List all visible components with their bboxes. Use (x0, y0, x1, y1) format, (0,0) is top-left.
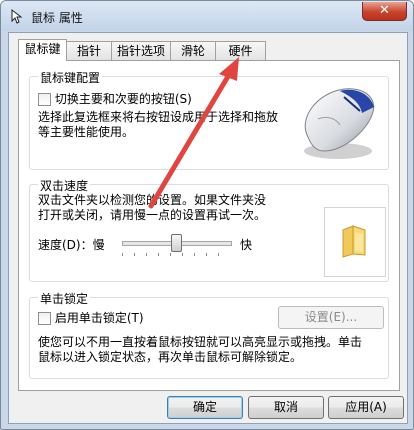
button-config-title: 鼠标键配置 (38, 69, 103, 86)
click-lock-description: 使您可以不用一直按着鼠标按钮就可以高亮显示或拖拽。单击 鼠标以进入锁定状态，再次… (38, 335, 363, 364)
double-click-speed-group: 双击速度 双击文件夹以检测您的设置。如果文件夹没 打开或关闭，请用慢一点的设置再… (29, 177, 389, 282)
settings-button[interactable]: 设置(E)... (278, 306, 384, 329)
switch-buttons-option[interactable]: 切换主要和次要的按钮(S) (38, 90, 192, 107)
slider-ticks (122, 253, 230, 256)
button-config-group: 鼠标键配置 切换主要和次要的按钮(S) 选择此复选框来将右按钮设成用于选择和拖放… (29, 69, 389, 170)
window-title: 鼠标 属性 (31, 11, 83, 25)
mouse-pointer-icon (11, 8, 23, 24)
tab-wheel[interactable]: 滑轮 (170, 41, 216, 60)
apply-button[interactable]: 应用(A) (328, 396, 404, 419)
double-click-speed-slider[interactable] (122, 233, 232, 256)
button-config-description: 选择此复选框来将右按钮设成用于选择和拖放 等主要性能使用。 (38, 110, 279, 139)
dialog-client-area: 鼠标键 指针 指针选项 滑轮 硬件 鼠标键配置 切换主要和次要的按钮(S) 选择… (8, 32, 408, 424)
tab-hardware[interactable]: 硬件 (215, 41, 266, 60)
slow-label: 慢 (92, 238, 105, 252)
click-lock-group: 单击锁定 启用单击锁定(T) 设置(E)... 使您可以不用一直按着鼠标按钮就可… (29, 290, 389, 379)
fast-label: 快 (240, 238, 253, 252)
switch-buttons-label[interactable]: 切换主要和次要的按钮(S) (55, 92, 192, 106)
close-button[interactable]: ✕ (362, 2, 407, 21)
speed-label: 速度(D)： (38, 238, 93, 252)
slider-thumb[interactable] (170, 234, 182, 252)
mouse-illustration-icon (304, 88, 375, 159)
cancel-button[interactable]: 取消 (248, 396, 324, 419)
enable-click-lock-checkbox[interactable] (38, 312, 51, 325)
double-click-title: 双击速度 (38, 177, 91, 194)
double-click-description: 双击文件夹以检测您的设置。如果文件夹没 打开或关闭，请用慢一点的设置再试一次。 (38, 193, 267, 222)
title-bar[interactable]: 鼠标 属性 ✕ (1, 1, 413, 31)
folder-icon[interactable] (339, 224, 369, 258)
mouse-properties-window: 鼠标 属性 ✕ 鼠标键 指针 指针选项 滑轮 硬件 鼠标键配置 切换主要和次要的… (0, 0, 414, 430)
buttons-tab-panel: 鼠标键配置 切换主要和次要的按钮(S) 选择此复选框来将右按钮设成用于选择和拖放… (18, 60, 400, 391)
enable-click-lock-option[interactable]: 启用单击锁定(T) (38, 309, 144, 326)
switch-buttons-checkbox[interactable] (38, 93, 51, 106)
enable-click-lock-label[interactable]: 启用单击锁定(T) (55, 311, 144, 325)
tab-pointer-options[interactable]: 指针选项 (111, 41, 171, 60)
ok-button[interactable]: 确定 (167, 396, 243, 419)
click-lock-title: 单击锁定 (38, 290, 91, 307)
test-folder-area[interactable] (324, 207, 386, 277)
tab-pointers[interactable]: 指针 (66, 41, 112, 60)
tab-buttons[interactable]: 鼠标键 (18, 39, 67, 61)
